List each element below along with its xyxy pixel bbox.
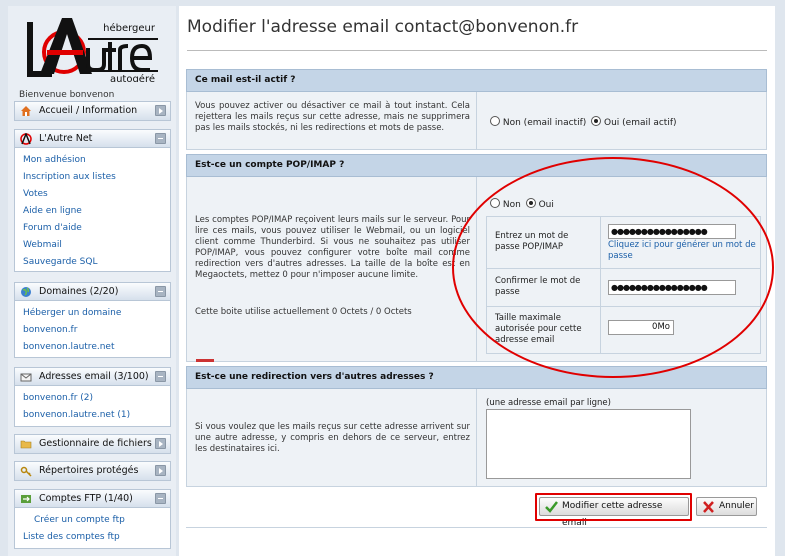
lautre-logo[interactable]: hébergeur autogéré xyxy=(22,12,162,85)
sidebar-item-votes[interactable]: Votes xyxy=(23,186,170,203)
panel-lautre-net-header[interactable]: L'Autre Net xyxy=(15,130,170,148)
arrow-right-icon[interactable] xyxy=(155,465,166,476)
arrow-right-icon[interactable] xyxy=(155,438,166,449)
panel-emails: Adresses email (3/100) bonvenon.fr (2) b… xyxy=(14,367,171,427)
sidebar-item-forum[interactable]: Forum d'aide xyxy=(23,220,170,237)
panel-domains-title: Domaines (2/20) xyxy=(39,286,119,297)
sidebar-link[interactable]: bonvenon.lautre.net xyxy=(23,342,114,352)
annotation-box xyxy=(535,493,692,521)
redirect-left: Si vous voulez que les mails reçus sur c… xyxy=(187,389,477,486)
panel-files-title: Gestionnaire de fichiers xyxy=(39,438,152,449)
panel-ftp-header[interactable]: Comptes FTP (1/40) xyxy=(15,490,170,508)
radio-active-label: Oui (email actif) xyxy=(604,118,677,128)
panel-files[interactable]: Gestionnaire de fichiers xyxy=(14,434,171,454)
collapse-icon[interactable] xyxy=(155,493,166,504)
panel-domains-header[interactable]: Domaines (2/20) xyxy=(15,283,170,301)
ftp-icon xyxy=(21,495,31,503)
section-active-header: Ce mail est-il actif ? xyxy=(186,69,767,92)
section-redirect-row: Si vous voulez que les mails reçus sur c… xyxy=(186,389,767,487)
sidebar-link[interactable]: Liste des comptes ftp xyxy=(23,532,120,542)
annotation-ellipse xyxy=(452,157,774,378)
panel-ftp: Comptes FTP (1/40) Créer un compte ftp L… xyxy=(14,489,171,549)
panel-emails-title: Adresses email (3/100) xyxy=(39,371,149,382)
section-redirect-header: Est-ce une redirection vers d'autres adr… xyxy=(186,366,767,389)
collapse-icon[interactable] xyxy=(155,371,166,382)
page-title: Modifier l'adresse email contact@bonveno… xyxy=(187,17,579,37)
panel-lautre-net-title: L'Autre Net xyxy=(39,133,93,144)
sidebar-item-adhesion[interactable]: Mon adhésion xyxy=(23,152,170,169)
sidebar-item-create-ftp[interactable]: Créer un compte ftp xyxy=(23,512,170,529)
sidebar-item-domain[interactable]: bonvenon.lautre.net xyxy=(23,339,170,356)
mail-icon xyxy=(20,373,32,382)
sidebar-item-aide[interactable]: Aide en ligne xyxy=(23,203,170,220)
sidebar-item-email-domain[interactable]: bonvenon.lautre.net (1) xyxy=(23,407,170,424)
panel-protected[interactable]: Répertoires protégés xyxy=(14,461,171,481)
logo-line1: hébergeur xyxy=(103,22,156,34)
panel-ftp-title: Comptes FTP (1/40) xyxy=(39,493,133,504)
panel-files-header[interactable]: Gestionnaire de fichiers xyxy=(15,435,170,453)
panel-protected-header[interactable]: Répertoires protégés xyxy=(15,462,170,480)
red-marker xyxy=(196,359,214,362)
sidebar-link[interactable]: Votes xyxy=(23,189,48,199)
sidebar-link[interactable]: Inscription aux listes xyxy=(23,172,116,182)
sidebar-item-list-ftp[interactable]: Liste des comptes ftp xyxy=(23,529,170,546)
panel-domains: Domaines (2/20) Héberger un domaine bonv… xyxy=(14,282,171,358)
sidebar-item-email-domain[interactable]: bonvenon.fr (2) xyxy=(23,390,170,407)
cancel-button[interactable]: Annuler xyxy=(696,497,757,516)
active-options: Non (email inactif) Oui (email actif) xyxy=(478,92,766,149)
panel-lautre-net: L'Autre Net Mon adhésion Inscription aux… xyxy=(14,129,171,272)
pop-usage: Cette boite utilise actuellement 0 Octet… xyxy=(195,307,412,317)
close-icon xyxy=(703,501,714,513)
panel-protected-title: Répertoires protégés xyxy=(39,465,139,476)
panel-emails-header[interactable]: Adresses email (3/100) xyxy=(15,368,170,386)
title-divider xyxy=(187,50,767,51)
sidebar-item-sql[interactable]: Sauvegarde SQL xyxy=(23,254,170,271)
sidebar-item-host-domain[interactable]: Héberger un domaine xyxy=(23,305,170,322)
key-icon xyxy=(20,466,32,477)
redirect-description: Si vous voulez que les mails reçus sur c… xyxy=(195,422,470,454)
arrow-right-icon[interactable] xyxy=(155,105,166,116)
cancel-label: Annuler xyxy=(719,501,755,511)
panel-home-header[interactable]: Accueil / Information xyxy=(15,102,170,120)
sidebar-link[interactable]: bonvenon.fr xyxy=(23,325,77,335)
anarchy-icon xyxy=(20,133,32,145)
sidebar-link[interactable]: Aide en ligne xyxy=(23,206,82,216)
pop-left: Les comptes POP/IMAP reçoivent leurs mai… xyxy=(187,177,477,362)
redirect-right: (une adresse email par ligne) xyxy=(478,389,766,486)
radio-inactive[interactable] xyxy=(490,116,500,126)
collapse-icon[interactable] xyxy=(155,286,166,297)
section-active-row: Vous pouvez activer ou désactiver ce mai… xyxy=(186,92,767,150)
radio-active[interactable] xyxy=(591,116,602,126)
active-description: Vous pouvez activer ou désactiver ce mai… xyxy=(187,92,477,149)
sidebar-link[interactable]: Sauvegarde SQL xyxy=(23,257,98,267)
sidebar-link[interactable]: Forum d'aide xyxy=(23,223,82,233)
sidebar-item-webmail[interactable]: Webmail xyxy=(23,237,170,254)
panel-home-title: Accueil / Information xyxy=(39,105,138,116)
sidebar-link[interactable]: Héberger un domaine xyxy=(23,308,121,318)
sidebar-link[interactable]: bonvenon.lautre.net (1) xyxy=(23,410,130,420)
panel-home[interactable]: Accueil / Information xyxy=(14,101,171,121)
welcome-text: Bienvenue bonvenon xyxy=(19,90,115,100)
pop-description: Les comptes POP/IMAP reçoivent leurs mai… xyxy=(195,215,470,280)
redirect-hint: (une adresse email par ligne) xyxy=(486,398,611,408)
sidebar-link[interactable]: Webmail xyxy=(23,240,62,250)
sidebar-item-listes[interactable]: Inscription aux listes xyxy=(23,169,170,186)
radio-inactive-label: Non (email inactif) xyxy=(502,118,587,128)
sidebar: hébergeur autogéré Bienvenue bonvenon Ac… xyxy=(8,6,176,556)
sidebar-link[interactable]: Mon adhésion xyxy=(23,155,86,165)
redirect-addresses-textarea[interactable] xyxy=(486,409,691,479)
folder-icon xyxy=(20,440,32,449)
sidebar-link[interactable]: bonvenon.fr (2) xyxy=(23,393,93,403)
collapse-icon[interactable] xyxy=(155,133,166,144)
sidebar-item-domain[interactable]: bonvenon.fr xyxy=(23,322,170,339)
globe-icon xyxy=(21,287,31,297)
sidebar-link[interactable]: Créer un compte ftp xyxy=(34,515,125,525)
logo-line2: autogéré xyxy=(110,73,155,82)
bottom-divider xyxy=(186,527,767,528)
home-icon xyxy=(21,106,31,116)
